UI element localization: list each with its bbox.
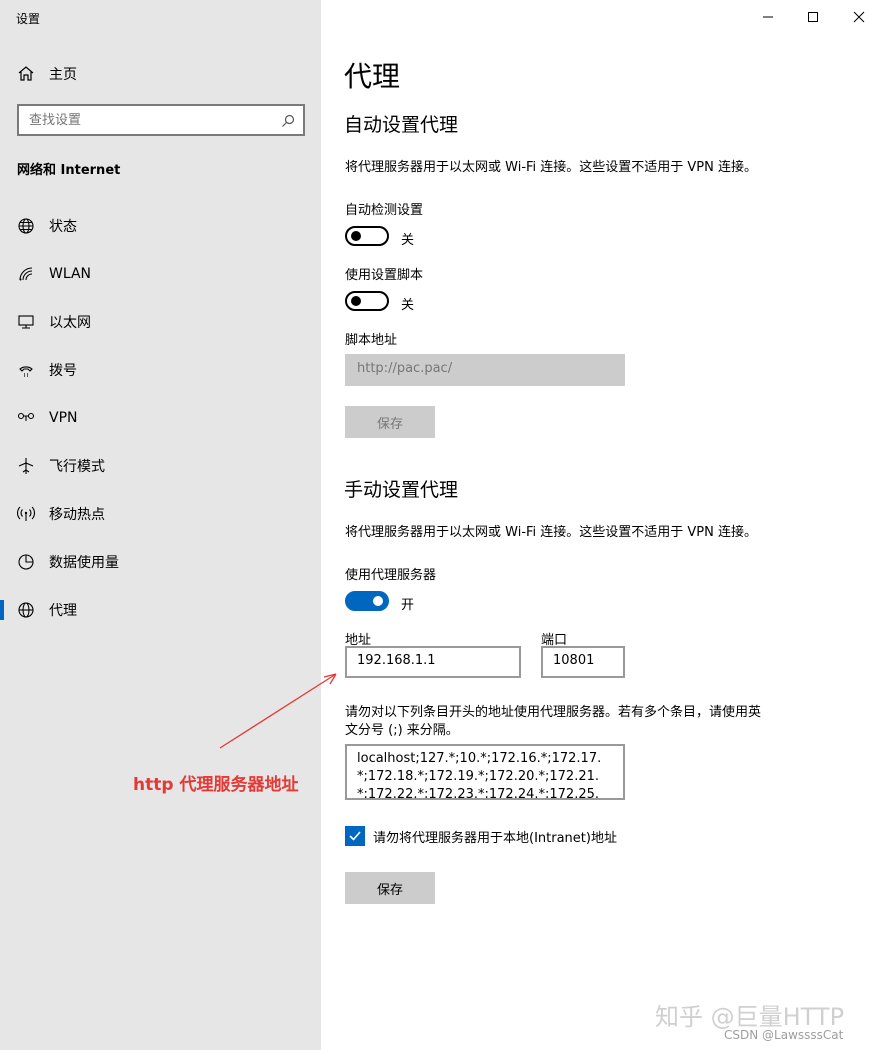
bypass-local-checkbox[interactable]: [345, 826, 365, 846]
sidebar-item-label: 移动热点: [49, 507, 105, 523]
sidebar-item-airplane[interactable]: 飞行模式: [0, 442, 321, 490]
sidebar-item-wlan[interactable]: WLAN: [0, 250, 321, 298]
vpn-icon: [17, 409, 35, 427]
exceptions-line: localhost;127.*;10.*;172.16.*;172.17.: [357, 751, 602, 766]
sidebar-item-label: VPN: [49, 410, 78, 426]
sidebar-item-label: 飞行模式: [49, 459, 105, 475]
hotspot-icon: [17, 505, 35, 523]
page-title: 代理: [344, 60, 401, 93]
setup-script-toggle[interactable]: [345, 291, 389, 311]
checkmark-icon: [349, 831, 361, 841]
sidebar-item-label: 拨号: [49, 363, 77, 379]
script-address-field[interactable]: http://pac.pac/: [345, 354, 625, 386]
active-indicator: [0, 600, 4, 620]
sidebar-item-proxy[interactable]: 代理: [0, 586, 321, 634]
exceptions-line: *;172.18.*;172.19.*;172.20.*;172.21.: [357, 769, 599, 784]
proxy-address-field[interactable]: 192.168.1.1: [345, 646, 521, 678]
search-box[interactable]: [17, 104, 305, 136]
auto-proxy-description: 将代理服务器用于以太网或 Wi-Fi 连接。这些设置不适用于 VPN 连接。: [345, 160, 758, 175]
search-input[interactable]: [19, 106, 303, 134]
watermark-zhihu: 知乎 @巨量HTTP: [655, 1003, 845, 1031]
wifi-icon: [17, 265, 35, 283]
use-proxy-label: 使用代理服务器: [345, 568, 437, 583]
detect-settings-label: 自动检测设置: [345, 203, 424, 218]
close-icon: [853, 11, 865, 23]
exceptions-textarea[interactable]: localhost;127.*;10.*;172.16.*;172.17. *;…: [345, 744, 625, 800]
sidebar-item-label: 数据使用量: [49, 555, 119, 571]
globe-status-icon: [17, 217, 35, 235]
manual-proxy-heading: 手动设置代理: [344, 479, 459, 501]
sidebar-item-vpn[interactable]: VPN: [0, 394, 321, 442]
bypass-local-label: 请勿将代理服务器用于本地(Intranet)地址: [373, 831, 617, 846]
close-button[interactable]: [848, 6, 870, 28]
sidebar-item-status[interactable]: 状态: [0, 202, 321, 250]
home-label: 主页: [49, 67, 77, 83]
minimize-icon: [763, 16, 773, 18]
exceptions-hint-line2: 文分号 (;) 来分隔。: [345, 723, 459, 738]
sidebar-item-label: 状态: [49, 219, 77, 235]
section-title: 网络和 Internet: [17, 163, 121, 178]
search-icon[interactable]: [281, 113, 295, 127]
minimize-button[interactable]: [757, 6, 779, 28]
ethernet-icon: [17, 313, 35, 331]
airplane-icon: [17, 457, 35, 475]
home-link[interactable]: 主页: [17, 64, 77, 84]
sidebar-item-dialup[interactable]: 拨号: [0, 346, 321, 394]
sidebar-item-label: WLAN: [49, 266, 92, 282]
manual-proxy-description: 将代理服务器用于以太网或 Wi-Fi 连接。这些设置不适用于 VPN 连接。: [345, 525, 758, 540]
auto-save-button[interactable]: 保存: [345, 406, 435, 438]
maximize-icon: [808, 12, 818, 22]
watermark-csdn: CSDN @LawssssCat: [724, 1028, 844, 1042]
sidebar-item-hotspot[interactable]: 移动热点: [0, 490, 321, 538]
setup-script-label: 使用设置脚本: [345, 268, 424, 283]
home-icon: [17, 65, 35, 83]
window-title: 设置: [16, 12, 41, 26]
manual-save-button[interactable]: 保存: [345, 872, 435, 904]
detect-settings-state: 关: [401, 233, 415, 248]
annotation-label: http 代理服务器地址: [133, 775, 299, 795]
sidebar-nav: 状态 WLAN 以太网 拨号 VPN 飞行模式 移动热点 数据使用量 代理: [0, 202, 321, 634]
script-address-label: 脚本地址: [345, 333, 398, 348]
sidebar-item-label: 以太网: [49, 315, 91, 331]
maximize-button[interactable]: [802, 6, 824, 28]
globe-icon: [17, 601, 35, 619]
detect-settings-toggle[interactable]: [345, 226, 389, 246]
proxy-port-field[interactable]: 10801: [541, 646, 625, 678]
exceptions-line: *;172.22.*;172.23.*;172.24.*;172.25.: [357, 787, 599, 800]
setup-script-state: 关: [401, 298, 415, 313]
data-usage-icon: [17, 553, 35, 571]
use-proxy-toggle[interactable]: [345, 591, 389, 611]
sidebar-item-ethernet[interactable]: 以太网: [0, 298, 321, 346]
sidebar: 设置 主页 网络和 Internet 状态 WLAN: [0, 0, 321, 1050]
exceptions-hint-line1: 请勿对以下列条目开头的地址使用代理服务器。若有多个条目，请使用英: [345, 705, 762, 720]
auto-proxy-heading: 自动设置代理: [344, 114, 459, 136]
dialup-icon: [17, 361, 35, 379]
sidebar-item-data-usage[interactable]: 数据使用量: [0, 538, 321, 586]
sidebar-item-label: 代理: [49, 603, 77, 619]
use-proxy-state: 开: [401, 598, 415, 613]
